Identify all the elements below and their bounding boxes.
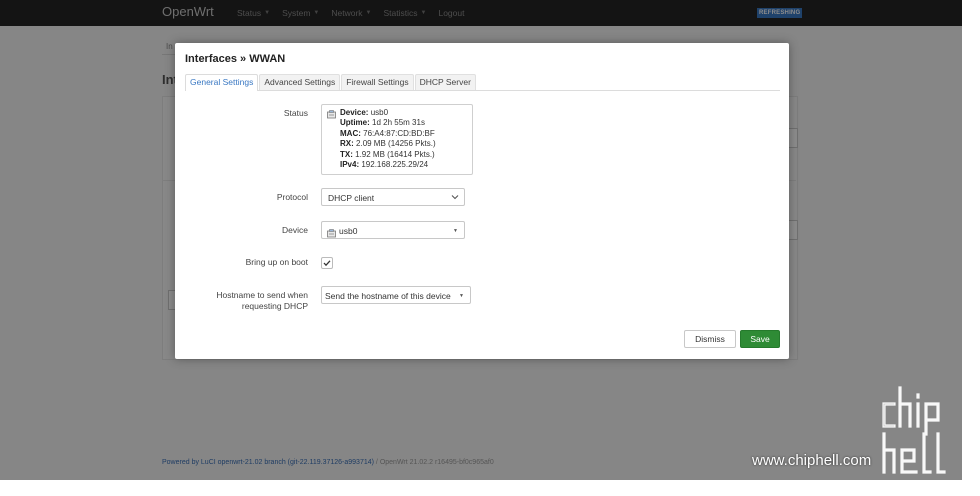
status-value: 1.92 MB (16414 Pkts.): [355, 149, 435, 159]
modal-title: Interfaces » WWAN: [185, 53, 286, 65]
bring-up-on-boot-label: Bring up on boot: [245, 257, 308, 267]
tab-general-settings[interactable]: General Settings: [185, 74, 259, 91]
dismiss-button[interactable]: Dismiss: [684, 330, 736, 348]
status-key: IPv4:: [340, 160, 360, 170]
protocol-label: Protocol: [276, 192, 308, 202]
status-line: Uptime: 1d 2h 55m 31s: [340, 118, 436, 128]
hostname-label-line2: requesting DHCP: [241, 301, 308, 311]
bring-up-on-boot-checkbox[interactable]: [321, 257, 333, 269]
status-label: Status: [283, 108, 308, 118]
status-line: IPv4: 192.168.225.29/24: [340, 160, 436, 170]
status-box: Device: usb0 Uptime: 1d 2h 55m 31s MAC: …: [321, 104, 473, 175]
status-key: MAC:: [340, 128, 361, 138]
caret-down-icon: ▼: [453, 228, 458, 234]
watermark-url: www.chiphell.com: [752, 452, 872, 469]
status-details: Device: usb0 Uptime: 1d 2h 55m 31s MAC: …: [340, 108, 436, 170]
luci-page: OpenWrt Status ▼ System ▼ Network ▼ Stat…: [0, 0, 962, 480]
status-value: 76:A4:87:CD:BD:BF: [363, 128, 435, 138]
status-line: Device: usb0: [340, 108, 436, 118]
chiphell-watermark-logo: [882, 386, 946, 474]
hostname-select[interactable]: Send the hostname of this device ▼: [321, 286, 471, 304]
chevron-down-icon: [450, 189, 460, 205]
status-line: RX: 2.09 MB (14256 Pkts.): [340, 139, 436, 149]
status-value: 2.09 MB (14256 Pkts.): [356, 139, 436, 149]
tab-advanced-settings[interactable]: Advanced Settings: [259, 74, 341, 90]
hostname-value: Send the hostname of this device: [325, 291, 451, 301]
tab-dhcp-server[interactable]: DHCP Server: [414, 74, 476, 90]
protocol-value: DHCP client: [328, 193, 375, 203]
device-select[interactable]: usb0 ▼: [321, 221, 465, 239]
hostname-label: Hostname to send when requesting DHCP: [175, 290, 308, 312]
status-value: 1d 2h 55m 31s: [372, 118, 425, 128]
status-key: RX:: [340, 139, 354, 149]
hostname-label-line1: Hostname to send when: [216, 290, 308, 300]
save-button[interactable]: Save: [740, 330, 780, 348]
status-line: MAC: 76:A4:87:CD:BD:BF: [340, 129, 436, 139]
checkmark-icon: [323, 260, 331, 267]
status-key: TX:: [340, 149, 353, 159]
status-key: Uptime:: [340, 118, 370, 128]
protocol-select[interactable]: DHCP client: [321, 188, 465, 206]
status-value: usb0: [370, 108, 389, 117]
status-value: 192.168.225.29/24: [361, 160, 429, 170]
ethernet-port-icon: [327, 110, 336, 119]
tab-firewall-settings[interactable]: Firewall Settings: [341, 74, 414, 90]
interface-edit-modal: Interfaces » WWAN General Settings Advan…: [175, 43, 789, 359]
status-key: Device:: [340, 108, 369, 117]
caret-down-icon: ▼: [459, 293, 464, 299]
ethernet-port-icon: [327, 226, 336, 238]
device-label: Device: [282, 225, 308, 235]
status-line: TX: 1.92 MB (16414 Pkts.): [340, 150, 436, 160]
modal-tab-bar: General Settings Advanced Settings Firew…: [185, 74, 780, 91]
device-value: usb0: [339, 226, 358, 236]
